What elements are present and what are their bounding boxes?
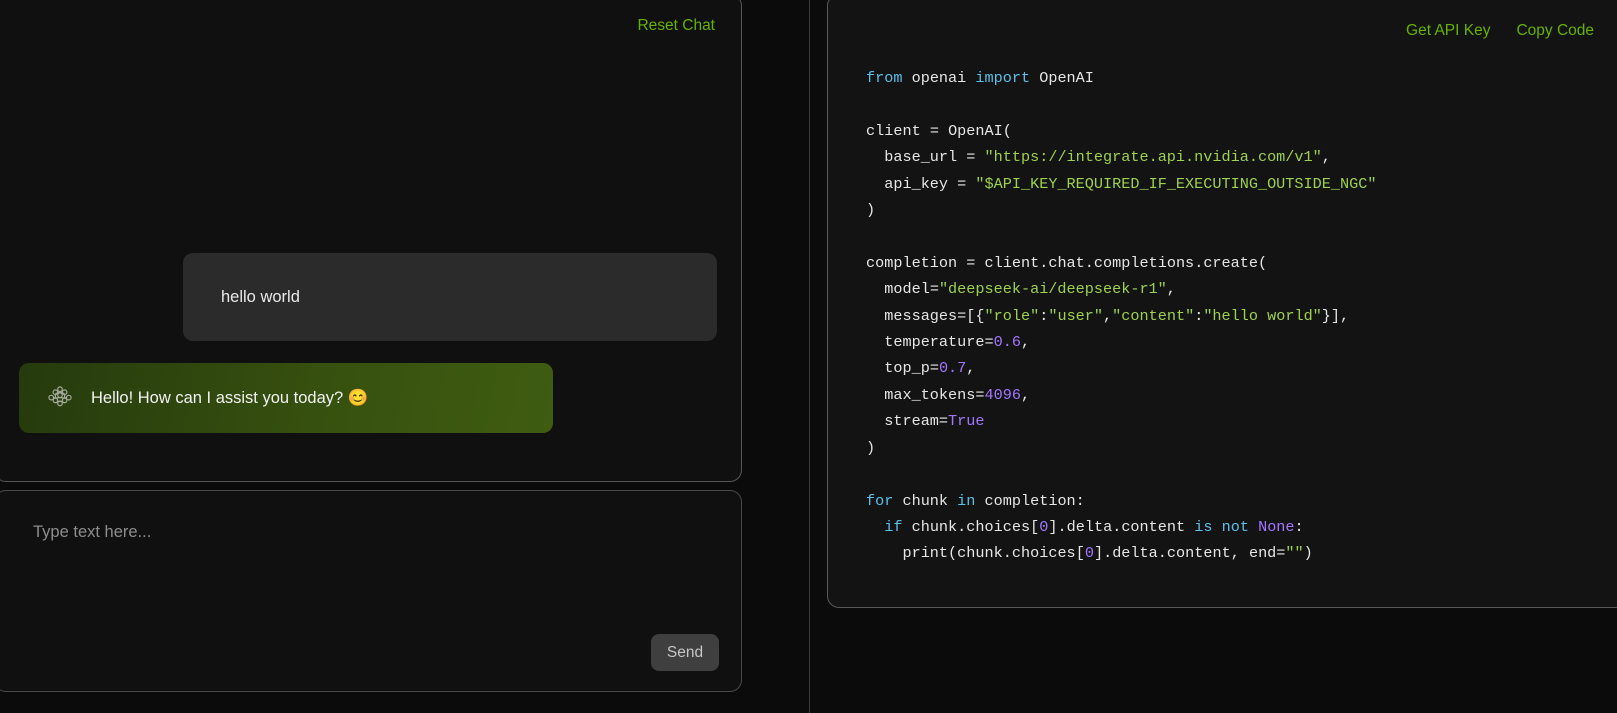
message-list: hello world Hello! How can I assist you … <box>0 253 741 433</box>
user-message-text: hello world <box>221 288 300 306</box>
column-divider <box>809 0 810 713</box>
chat-message-assistant: Hello! How can I assist you today? 😊 <box>19 363 553 433</box>
get-api-key-link[interactable]: Get API Key <box>1406 21 1490 41</box>
message-input[interactable] <box>33 521 703 543</box>
chat-panel: Reset Chat hello world Hello! How can I … <box>0 0 742 482</box>
molecule-icon <box>47 385 73 411</box>
send-button[interactable]: Send <box>651 634 719 671</box>
app-root: Reset Chat hello world Hello! How can I … <box>0 0 1617 713</box>
chat-message-user: hello world <box>183 253 717 341</box>
code-snippet[interactable]: from openai import OpenAI client = OpenA… <box>866 65 1376 567</box>
code-panel-actions: Get API Key Copy Code <box>1406 21 1594 41</box>
copy-code-button[interactable]: Copy Code <box>1516 21 1594 41</box>
code-panel: Get API Key Copy Code from openai import… <box>827 0 1617 608</box>
composer-panel: Send <box>0 490 742 692</box>
chat-column: Reset Chat hello world Hello! How can I … <box>0 0 748 713</box>
reset-chat-button[interactable]: Reset Chat <box>637 16 715 36</box>
assistant-message-text: Hello! How can I assist you today? 😊 <box>91 389 369 407</box>
